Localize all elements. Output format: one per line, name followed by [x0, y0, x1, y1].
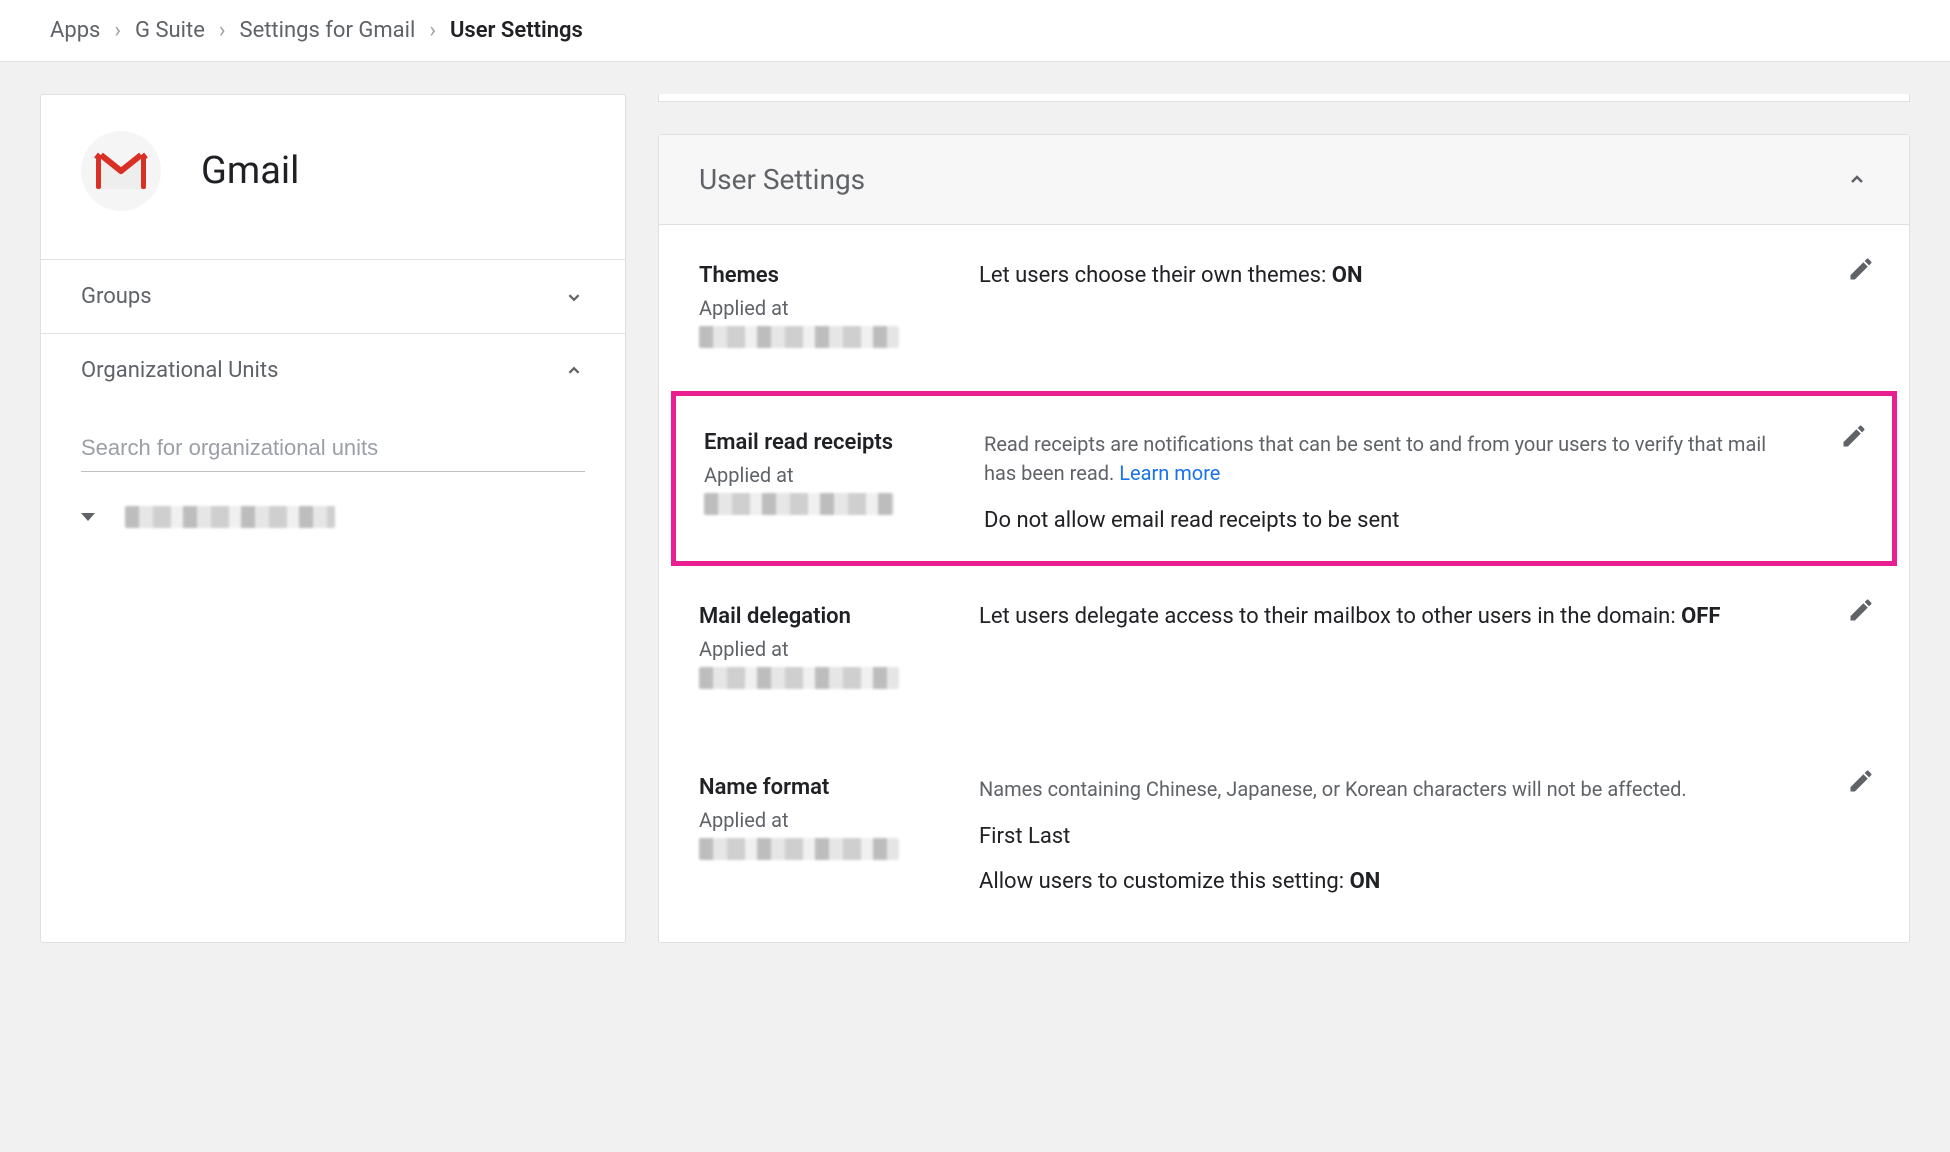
chevron-up-icon	[563, 360, 585, 382]
setting-title: Mail delegation	[699, 604, 969, 629]
content: Gmail Groups Organizational Units User S…	[0, 62, 1950, 975]
pencil-icon	[1840, 422, 1868, 450]
breadcrumb-gsuite[interactable]: G Suite	[135, 18, 205, 43]
ou-tree-item[interactable]	[41, 480, 625, 554]
chevron-right-icon: ›	[429, 18, 436, 43]
setting-name-format: Name format Applied at Names containing …	[659, 737, 1909, 942]
edit-button[interactable]	[1847, 767, 1875, 795]
pencil-icon	[1847, 596, 1875, 624]
applied-at-label: Applied at	[699, 808, 969, 832]
user-settings-panel: User Settings Themes Applied at Let user…	[658, 134, 1910, 943]
redacted-applied-scope	[699, 838, 899, 860]
sidebar-groups-toggle[interactable]: Groups	[41, 259, 625, 333]
setting-value-text: Do not allow email read receipts to be s…	[984, 508, 1794, 533]
redacted-applied-scope	[699, 667, 899, 689]
setting-description: Read receipts are notifications that can…	[984, 430, 1794, 488]
edit-button[interactable]	[1847, 596, 1875, 624]
setting-left: Name format Applied at	[699, 775, 969, 894]
applied-at-label: Applied at	[704, 463, 974, 487]
gmail-logo	[81, 131, 161, 211]
setting-title: Email read receipts	[704, 430, 974, 455]
pencil-icon	[1847, 255, 1875, 283]
edit-button[interactable]	[1840, 422, 1868, 450]
ou-search	[41, 407, 625, 480]
groups-label: Groups	[81, 284, 152, 309]
caret-down-icon	[81, 513, 95, 521]
setting-left: Themes Applied at	[699, 263, 969, 348]
breadcrumb-apps[interactable]: Apps	[50, 18, 100, 43]
sidebar-app-title: Gmail	[201, 149, 299, 193]
setting-description: Names containing Chinese, Japanese, or K…	[979, 775, 1799, 804]
edit-button[interactable]	[1847, 255, 1875, 283]
applied-at-label: Applied at	[699, 296, 969, 320]
main: User Settings Themes Applied at Let user…	[658, 94, 1910, 943]
ou-label: Organizational Units	[81, 358, 278, 383]
setting-title: Name format	[699, 775, 969, 800]
gmail-icon	[94, 151, 148, 191]
redacted-applied-scope	[704, 493, 894, 515]
sidebar: Gmail Groups Organizational Units	[40, 94, 626, 943]
setting-right: Read receipts are notifications that can…	[984, 430, 1864, 533]
setting-right: Let users choose their own themes: ON	[979, 263, 1869, 348]
breadcrumb-user-settings: User Settings	[450, 18, 583, 43]
applied-at-label: Applied at	[699, 637, 969, 661]
redacted-ou-name	[125, 506, 335, 528]
setting-left: Mail delegation Applied at	[699, 604, 969, 689]
setting-themes: Themes Applied at Let users choose their…	[659, 225, 1909, 396]
breadcrumb-settings-gmail[interactable]: Settings for Gmail	[240, 18, 416, 43]
setting-value-line2: Allow users to customize this setting: O…	[979, 869, 1799, 894]
setting-email-read-receipts: Email read receipts Applied at Read rece…	[671, 391, 1897, 566]
setting-value-text: Let users choose their own themes: ON	[979, 263, 1363, 288]
collapsed-card	[658, 94, 1910, 102]
breadcrumb: Apps › G Suite › Settings for Gmail › Us…	[0, 0, 1950, 62]
panel-header[interactable]: User Settings	[659, 135, 1909, 225]
setting-mail-delegation: Mail delegation Applied at Let users del…	[659, 566, 1909, 737]
redacted-applied-scope	[699, 326, 899, 348]
setting-right: Let users delegate access to their mailb…	[979, 604, 1869, 689]
chevron-right-icon: ›	[219, 18, 226, 43]
setting-title: Themes	[699, 263, 969, 288]
learn-more-link[interactable]: Learn more	[1119, 461, 1220, 485]
setting-value-line1: First Last	[979, 824, 1799, 849]
panel-title: User Settings	[699, 163, 865, 196]
setting-left: Email read receipts Applied at	[704, 430, 974, 533]
ou-search-input[interactable]	[81, 425, 585, 472]
pencil-icon	[1847, 767, 1875, 795]
chevron-up-icon	[1845, 168, 1869, 192]
chevron-down-icon	[563, 286, 585, 308]
sidebar-header: Gmail	[41, 95, 625, 259]
sidebar-ou-toggle[interactable]: Organizational Units	[41, 333, 625, 407]
setting-value-text: Let users delegate access to their mailb…	[979, 604, 1720, 629]
setting-right: Names containing Chinese, Japanese, or K…	[979, 775, 1869, 894]
chevron-right-icon: ›	[114, 18, 121, 43]
